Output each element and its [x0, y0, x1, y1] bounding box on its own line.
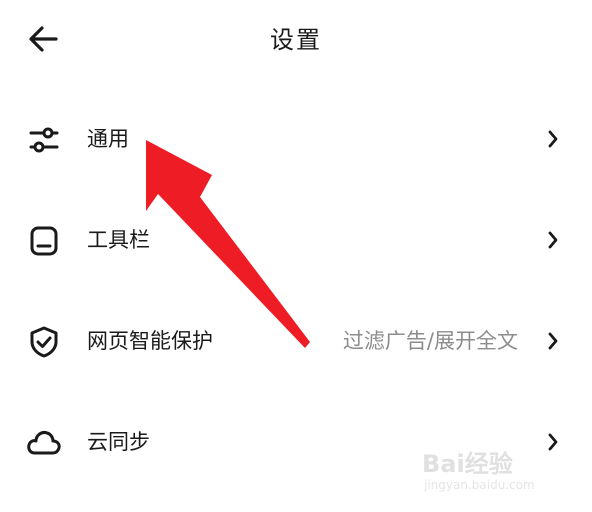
app-header: 设置	[0, 0, 592, 80]
settings-item-label: 网页智能保护	[87, 329, 213, 353]
settings-item-general[interactable]: 通用	[0, 104, 592, 174]
settings-item-web-protection[interactable]: 网页智能保护 过滤广告/展开全文	[0, 306, 592, 376]
settings-item-label: 通用	[87, 127, 129, 151]
settings-item-value: 过滤广告/展开全文	[342, 329, 518, 353]
settings-item-toolbar[interactable]: 工具栏	[0, 205, 592, 275]
watermark-url: jingyan.baidu.com	[424, 478, 535, 492]
chevron-right-icon	[548, 130, 558, 148]
chevron-right-icon	[548, 231, 558, 249]
shield-check-icon	[30, 326, 58, 358]
settings-item-label: 云同步	[87, 430, 150, 454]
watermark: Bai经验 jingyan.baidu.com	[422, 444, 572, 500]
toolbar-icon	[30, 226, 58, 256]
watermark-logo: Bai经验	[422, 450, 513, 478]
sliders-icon	[29, 127, 59, 153]
settings-item-label: 工具栏	[87, 228, 150, 252]
chevron-right-icon	[548, 332, 558, 350]
cloud-icon	[27, 431, 61, 455]
page-title: 设置	[270, 26, 322, 54]
